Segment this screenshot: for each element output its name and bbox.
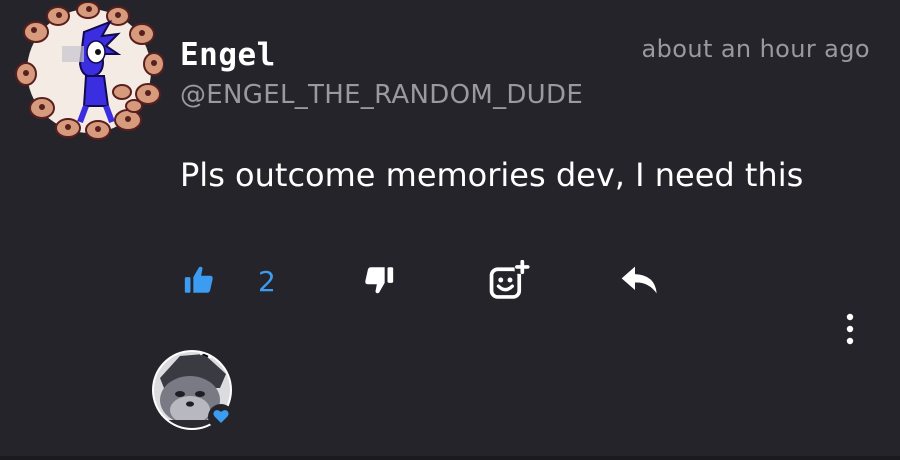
heart-icon — [213, 408, 229, 427]
divider — [0, 456, 900, 460]
author-handle[interactable]: @ENGEL_THE_RANDOM_DUDE — [180, 78, 583, 112]
thumbs-up-icon — [182, 263, 216, 301]
like-button[interactable] — [182, 262, 216, 302]
dislike-button[interactable] — [362, 262, 396, 302]
heart-badge — [208, 404, 234, 430]
comment-text: Pls outcome memories dev, I need this — [180, 156, 804, 194]
more-vertical-icon — [840, 313, 860, 350]
comment-timestamp: about an hour ago — [641, 35, 870, 63]
reply-button[interactable] — [620, 262, 660, 302]
more-options-button[interactable] — [840, 312, 860, 346]
author-name[interactable]: Engel — [180, 36, 276, 74]
author-avatar[interactable] — [14, 1, 165, 140]
add-reaction-button[interactable] — [488, 259, 532, 304]
add-reaction-icon — [488, 259, 532, 304]
like-count: 2 — [258, 265, 276, 298]
comment-card: Engel @ENGEL_THE_RANDOM_DUDE about an ho… — [0, 0, 900, 460]
reply-icon — [620, 263, 660, 301]
thumbs-down-icon — [362, 263, 396, 301]
